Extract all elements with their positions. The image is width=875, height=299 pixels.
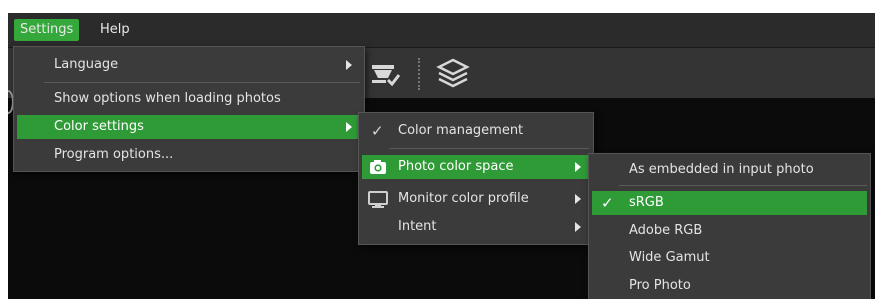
- menu-item-label: Language: [54, 57, 119, 72]
- menu-item-label: Color management: [398, 123, 524, 138]
- photo-color-space-submenu: As embedded in input photo ✓ sRGB Adobe …: [588, 153, 871, 299]
- menu-help[interactable]: Help: [94, 19, 136, 41]
- menu-item-label: Show options when loading photos: [54, 91, 281, 106]
- menu-item-as-embedded[interactable]: As embedded in input photo: [589, 158, 870, 182]
- menu-item-label: Monitor color profile: [398, 191, 529, 206]
- submenu-arrow-icon: [346, 122, 352, 132]
- menu-item-monitor-color-profile[interactable]: Monitor color profile: [359, 187, 593, 211]
- menu-item-pro-photo[interactable]: Pro Photo: [589, 274, 870, 298]
- check-icon: ✓: [371, 122, 384, 140]
- menu-bar: Settings Help: [8, 13, 875, 48]
- menu-separator: [389, 148, 589, 149]
- straighten-icon[interactable]: [368, 56, 402, 94]
- menu-item-wide-gamut[interactable]: Wide Gamut: [589, 246, 870, 270]
- menu-item-label: Pro Photo: [629, 278, 691, 293]
- menu-item-language[interactable]: Language: [14, 53, 364, 77]
- submenu-arrow-icon: [575, 222, 581, 232]
- toolbar-separator: [418, 58, 422, 90]
- menu-item-label: Photo color space: [398, 159, 514, 174]
- menu-separator: [619, 185, 867, 186]
- menu-item-show-options[interactable]: Show options when loading photos: [14, 87, 364, 111]
- submenu-arrow-icon: [575, 162, 581, 172]
- submenu-arrow-icon: [575, 194, 581, 204]
- menu-item-label: Color settings: [54, 119, 144, 134]
- menu-item-srgb[interactable]: ✓ sRGB: [592, 191, 867, 215]
- menu-item-label: Adobe RGB: [629, 223, 703, 238]
- menu-item-label: Program options...: [54, 147, 174, 162]
- menu-item-program-options[interactable]: Program options...: [14, 143, 364, 167]
- menu-item-color-management[interactable]: ✓ Color management: [359, 119, 593, 143]
- menu-separator: [44, 82, 360, 83]
- menu-item-label: sRGB: [629, 195, 664, 210]
- monitor-icon: [368, 191, 388, 218]
- camera-icon: [369, 159, 387, 184]
- check-icon: ✓: [601, 194, 614, 212]
- app-window: Settings Help Language Show options when…: [8, 13, 875, 299]
- menu-item-photo-color-space[interactable]: Photo color space: [362, 155, 590, 179]
- menu-item-label: Intent: [398, 219, 437, 234]
- color-settings-submenu: ✓ Color management Photo color space Mon…: [358, 112, 594, 245]
- menu-settings[interactable]: Settings: [14, 19, 80, 41]
- menu-item-intent[interactable]: Intent: [359, 215, 593, 239]
- menu-item-label: As embedded in input photo: [629, 162, 814, 177]
- menu-item-label: Wide Gamut: [629, 250, 710, 265]
- layers-icon[interactable]: [436, 56, 470, 94]
- menu-item-adobe-rgb[interactable]: Adobe RGB: [589, 219, 870, 243]
- submenu-arrow-icon: [346, 60, 352, 70]
- settings-menu: Language Show options when loading photo…: [13, 46, 365, 172]
- menu-item-color-settings[interactable]: Color settings: [17, 115, 361, 139]
